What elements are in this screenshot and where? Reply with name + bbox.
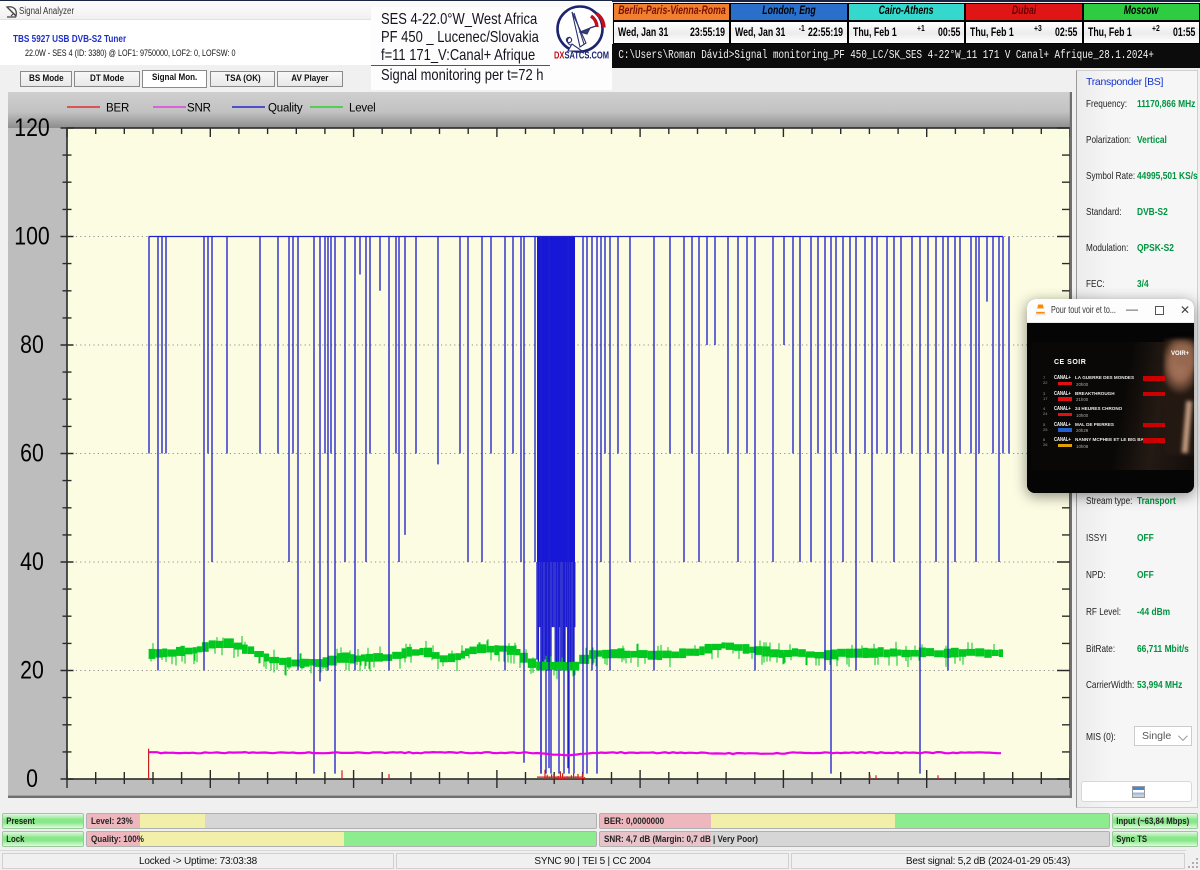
- svg-text:Level: Level: [349, 103, 376, 115]
- svg-text:0: 0: [26, 764, 38, 792]
- svg-text:80: 80: [20, 330, 44, 358]
- svg-text:Quality: Quality: [268, 103, 303, 115]
- svg-text:60: 60: [20, 439, 44, 467]
- svg-text:40: 40: [20, 547, 44, 575]
- svg-text:120: 120: [14, 113, 49, 141]
- svg-text:100: 100: [14, 222, 49, 250]
- svg-text:DXSATCS.COM: DXSATCS.COM: [554, 50, 609, 62]
- svg-text:SNR: SNR: [187, 103, 211, 115]
- svg-text:20: 20: [20, 656, 44, 684]
- svg-text:BER: BER: [106, 103, 129, 115]
